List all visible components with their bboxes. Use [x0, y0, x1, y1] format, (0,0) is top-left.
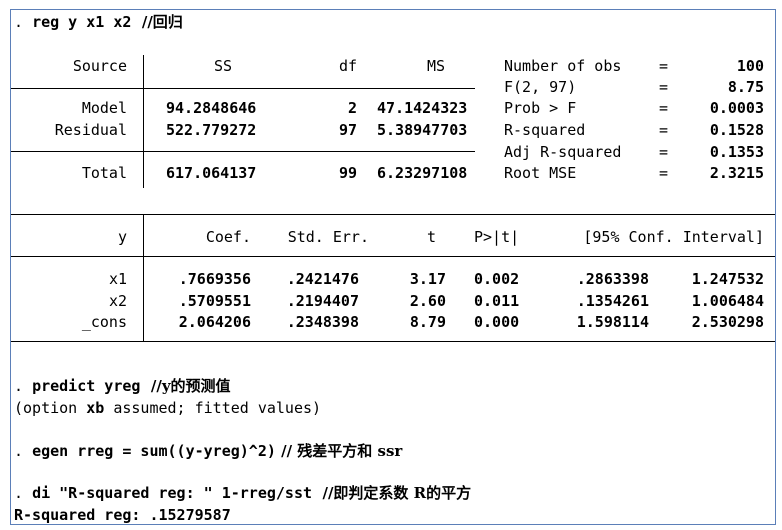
coef-header-rule	[11, 256, 775, 257]
anova-column-divider	[143, 55, 144, 188]
anova-row-ms: 5.38947703	[377, 121, 468, 139]
command-prompt: .	[14, 484, 33, 502]
coef-row-ci-high: 1.006484	[691, 292, 764, 310]
coef-bottom-rule	[11, 341, 775, 342]
coef-row-se: .2421476	[286, 270, 359, 288]
anova-row-df: 2	[347, 99, 357, 117]
coef-row-var: x2	[108, 292, 127, 310]
stat-equals: =	[659, 57, 669, 75]
stat-label: F(2, 97)	[504, 78, 577, 96]
stat-equals: =	[659, 121, 669, 139]
stat-value: 100	[736, 57, 764, 75]
coef-row-se: .2348398	[286, 313, 359, 331]
anova-row-ms: 6.23297108	[377, 164, 468, 182]
coef-row-ci-low: 1.598114	[576, 313, 649, 331]
coef-header-t: t	[426, 228, 436, 246]
coef-header-ci: [95% Conf. Interval]	[583, 228, 764, 246]
stat-value: 0.1528	[709, 121, 764, 139]
anova-row-source: Total	[81, 164, 127, 182]
stat-label: Number of obs	[504, 57, 622, 75]
anova-row-ss: 94.2848646	[166, 99, 257, 117]
predict-comment: //y的预测值	[140, 377, 231, 395]
stat-label: Root MSE	[504, 164, 577, 182]
anova-total-rule	[11, 151, 475, 152]
coef-row-var: _cons	[81, 313, 127, 331]
predict-note-text: (option	[14, 399, 87, 417]
reg-command-line: . reg y x1 x2 //回归	[14, 13, 183, 31]
anova-header-ss: SS	[213, 57, 232, 75]
coef-row-coef: .7669356	[178, 270, 251, 288]
reg-comment: //回归	[131, 13, 183, 31]
coef-row-ci-low: .2863398	[576, 270, 649, 288]
coef-header-p: P>|t|	[474, 228, 520, 246]
coef-row-p: 0.002	[474, 270, 520, 288]
anova-header-source: Source	[72, 57, 127, 75]
command-prompt: .	[14, 377, 33, 395]
coef-column-divider	[143, 214, 144, 341]
reg-command: reg y x1 x2	[32, 13, 132, 31]
stata-results-window: . reg y x1 x2 //回归 Source SS df MS Model…	[10, 9, 776, 525]
anova-header-rule	[11, 88, 475, 89]
stat-value: 2.3215	[709, 164, 764, 182]
stat-label: Adj R-squared	[504, 143, 622, 161]
coef-row-p: 0.011	[474, 292, 520, 310]
coef-header-coef: Coef.	[205, 228, 251, 246]
predict-note-option: xb	[86, 399, 105, 417]
command-prompt: .	[14, 442, 33, 460]
coef-header-var: y	[117, 228, 127, 246]
coef-row-ci-high: 1.247532	[691, 270, 764, 288]
di-result: R-squared reg: .15279587	[14, 506, 231, 524]
coef-row-ci-low: .1354261	[576, 292, 649, 310]
stat-label: Prob > F	[504, 99, 577, 117]
anova-row-df: 97	[338, 121, 357, 139]
coef-row-ci-high: 2.530298	[691, 313, 764, 331]
egen-command: egen rreg = sum((y-yreg)^2)	[32, 442, 276, 460]
di-command-line: . di "R-squared reg: " 1-rreg/sst //即判定系…	[14, 484, 471, 502]
anova-row-source: Model	[81, 99, 127, 117]
anova-header-df: df	[338, 57, 357, 75]
anova-row-df: 99	[338, 164, 357, 182]
coef-header-se: Std. Err.	[287, 228, 369, 246]
stat-equals: =	[659, 143, 669, 161]
stat-equals: =	[659, 164, 669, 182]
command-prompt: .	[14, 13, 33, 31]
coef-row-se: .2194407	[286, 292, 359, 310]
coef-row-t: 8.79	[409, 313, 446, 331]
anova-row-source: Residual	[54, 121, 127, 139]
predict-note-line: (option xb assumed; fitted values)	[14, 399, 321, 417]
predict-command: predict yreg	[32, 377, 141, 395]
anova-row-ss: 617.064137	[166, 164, 257, 182]
di-comment: //即判定系数 R的平方	[312, 484, 472, 502]
coef-row-p: 0.000	[474, 313, 520, 331]
stat-equals: =	[659, 99, 669, 117]
egen-command-line: . egen rreg = sum((y-yreg)^2) // 残差平方和 s…	[14, 442, 402, 460]
coef-row-t: 2.60	[409, 292, 446, 310]
coef-row-coef: 2.064206	[178, 313, 251, 331]
coef-row-var: x1	[108, 270, 127, 288]
stat-value: 0.1353	[709, 143, 764, 161]
coef-row-coef: .5709551	[178, 292, 251, 310]
stat-value: 0.0003	[709, 99, 764, 117]
anova-header-ms: MS	[426, 57, 445, 75]
stat-label: R-squared	[504, 121, 586, 139]
predict-note-text: assumed; fitted values)	[104, 399, 322, 417]
predict-command-line: . predict yreg //y的预测值	[14, 377, 231, 395]
stat-equals: =	[659, 78, 669, 96]
stat-value: 8.75	[727, 78, 764, 96]
coef-top-rule	[11, 214, 775, 215]
coef-row-t: 3.17	[409, 270, 446, 288]
anova-row-ms: 47.1424323	[377, 99, 468, 117]
di-command: di "R-squared reg: " 1-rreg/sst	[32, 484, 313, 502]
egen-comment: // 残差平方和 ssr	[275, 442, 403, 460]
anova-row-ss: 522.779272	[166, 121, 257, 139]
